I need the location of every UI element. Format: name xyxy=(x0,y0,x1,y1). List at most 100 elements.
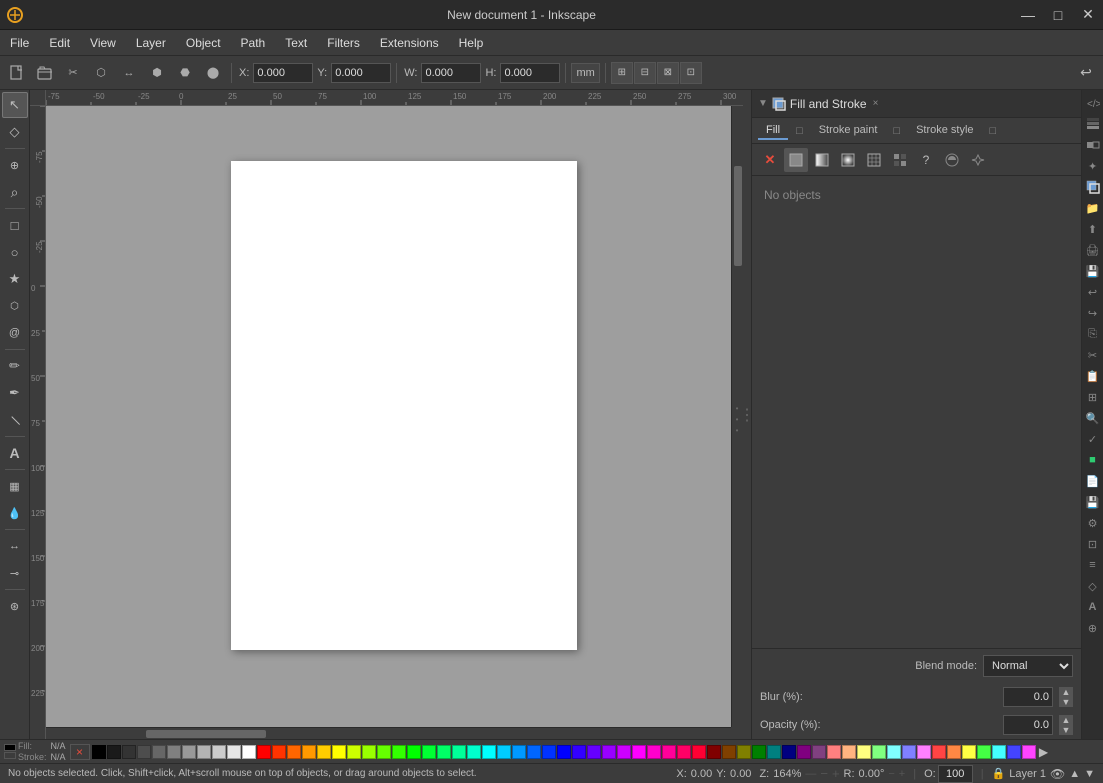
palette-color-36[interactable] xyxy=(632,745,646,759)
no-paint-btn[interactable]: ✕ xyxy=(758,148,782,172)
palette-color-15[interactable] xyxy=(317,745,331,759)
panel-divider[interactable] xyxy=(743,90,751,739)
unit-dropdown[interactable]: mm xyxy=(571,63,599,83)
doc-props-icon[interactable]: ⚙ xyxy=(1084,514,1102,532)
open-button[interactable] xyxy=(32,60,58,86)
vscroll-thumb[interactable] xyxy=(734,166,742,266)
layer-scroll-down[interactable]: ▼ xyxy=(1084,768,1095,780)
w-input[interactable] xyxy=(421,63,481,83)
vertical-scrollbar[interactable]: • • • xyxy=(731,106,743,727)
selector-tool[interactable]: ↖ xyxy=(2,92,28,118)
opacity-down[interactable]: ▼ xyxy=(1059,725,1073,735)
menu-item-help[interactable]: Help xyxy=(449,30,494,55)
menu-item-object[interactable]: Object xyxy=(176,30,231,55)
save-icon[interactable]: 💾 xyxy=(1084,262,1102,280)
connector-tool[interactable]: ↔ xyxy=(2,533,28,559)
blur-up[interactable]: ▲ xyxy=(1059,687,1073,697)
palette-color-20[interactable] xyxy=(392,745,406,759)
palette-color-26[interactable] xyxy=(482,745,496,759)
gradient-tool[interactable]: ▦ xyxy=(2,473,28,499)
maximize-button[interactable]: □ xyxy=(1043,0,1073,30)
menu-item-text[interactable]: Text xyxy=(275,30,317,55)
palette-color-30[interactable] xyxy=(542,745,556,759)
pencil-tool[interactable]: ✏ xyxy=(2,353,28,379)
palette-color-40[interactable] xyxy=(692,745,706,759)
tool-btn-3[interactable]: ✂ xyxy=(60,60,86,86)
xml-editor-icon[interactable]: </> xyxy=(1084,94,1102,112)
tool-btn-7[interactable]: ⬣ xyxy=(172,60,198,86)
palette-color-16[interactable] xyxy=(332,745,346,759)
palette-color-0[interactable] xyxy=(92,745,106,759)
spiral-tool[interactable]: @ xyxy=(2,320,28,346)
palette-color-39[interactable] xyxy=(677,745,691,759)
tool-btn-8[interactable]: ⬤ xyxy=(200,60,226,86)
palette-color-12[interactable] xyxy=(272,745,286,759)
pattern-btn[interactable] xyxy=(888,148,912,172)
palette-color-24[interactable] xyxy=(452,745,466,759)
palette-color-42[interactable] xyxy=(722,745,736,759)
calligraphy-tool[interactable]: | xyxy=(0,402,30,439)
palette-color-28[interactable] xyxy=(512,745,526,759)
fill-stroke-side-icon[interactable] xyxy=(1084,178,1102,196)
settings-button[interactable]: ↩ xyxy=(1073,60,1099,86)
tweak-tool[interactable]: ⊕ xyxy=(2,152,28,178)
rect-tool[interactable]: □ xyxy=(2,212,28,238)
menu-item-path[interactable]: Path xyxy=(231,30,276,55)
palette-color-31[interactable] xyxy=(557,745,571,759)
linear-gradient-btn[interactable] xyxy=(810,148,834,172)
node-tool[interactable]: ◇ xyxy=(2,119,28,145)
rot-inc-btn[interactable]: + xyxy=(899,768,905,780)
tab-stroke-style[interactable]: Stroke style xyxy=(908,122,981,140)
layer-lock-icon[interactable]: 🔒 xyxy=(992,767,1006,780)
paste-icon[interactable]: 📋 xyxy=(1084,367,1102,385)
palette-color-8[interactable] xyxy=(212,745,226,759)
tool-btn-4[interactable]: ⬡ xyxy=(88,60,114,86)
palette-color-53[interactable] xyxy=(887,745,901,759)
spray-tool[interactable]: ⊛ xyxy=(2,593,28,619)
align-icon[interactable]: ≡ xyxy=(1084,556,1102,574)
print-icon[interactable]: 🖨 xyxy=(1084,241,1102,259)
palette-color-3[interactable] xyxy=(137,745,151,759)
menu-item-filters[interactable]: Filters xyxy=(317,30,370,55)
palette-color-37[interactable] xyxy=(647,745,661,759)
layer-scroll-up[interactable]: ▲ xyxy=(1069,768,1080,780)
palette-color-41[interactable] xyxy=(707,745,721,759)
palette-color-43[interactable] xyxy=(737,745,751,759)
palette-color-47[interactable] xyxy=(797,745,811,759)
opacity-status-input[interactable] xyxy=(938,765,973,783)
palette-color-45[interactable] xyxy=(767,745,781,759)
swatch-btn[interactable]: ? xyxy=(914,148,938,172)
palette-color-10[interactable] xyxy=(242,745,256,759)
text-side-icon[interactable]: A xyxy=(1084,598,1102,616)
export-icon[interactable]: ⬆ xyxy=(1084,220,1102,238)
palette-color-32[interactable] xyxy=(572,745,586,759)
tab-fill[interactable]: Fill xyxy=(758,122,788,140)
palette-color-59[interactable] xyxy=(977,745,991,759)
palette-color-7[interactable] xyxy=(197,745,211,759)
snap-btn-4[interactable]: ⊡ xyxy=(680,62,702,84)
node-side-icon[interactable]: ◇ xyxy=(1084,577,1102,595)
redo-icon[interactable]: ↪ xyxy=(1084,304,1102,322)
palette-color-9[interactable] xyxy=(227,745,241,759)
measure-tool[interactable]: ⊸ xyxy=(2,560,28,586)
blur-input[interactable] xyxy=(1003,687,1053,707)
mesh-gradient-btn[interactable] xyxy=(862,148,886,172)
find-icon[interactable]: 🔍 xyxy=(1084,409,1102,427)
palette-color-54[interactable] xyxy=(902,745,916,759)
palette-color-57[interactable] xyxy=(947,745,961,759)
snap-side-icon[interactable]: ⊕ xyxy=(1084,619,1102,637)
blend-mode-select[interactable]: Normal Multiply Screen Overlay xyxy=(983,655,1073,677)
x-input[interactable] xyxy=(253,63,313,83)
open-file-side-icon[interactable]: 📁 xyxy=(1084,199,1102,217)
palette-color-27[interactable] xyxy=(497,745,511,759)
palette-color-13[interactable] xyxy=(287,745,301,759)
marker-btn[interactable] xyxy=(966,148,990,172)
palette-color-35[interactable] xyxy=(617,745,631,759)
minimize-button[interactable]: — xyxy=(1013,0,1043,30)
undo-icon[interactable]: ↩ xyxy=(1084,283,1102,301)
palette-color-33[interactable] xyxy=(587,745,601,759)
palette-color-25[interactable] xyxy=(467,745,481,759)
palette-color-48[interactable] xyxy=(812,745,826,759)
ellipse-tool[interactable]: ○ xyxy=(2,239,28,265)
palette-color-49[interactable] xyxy=(827,745,841,759)
